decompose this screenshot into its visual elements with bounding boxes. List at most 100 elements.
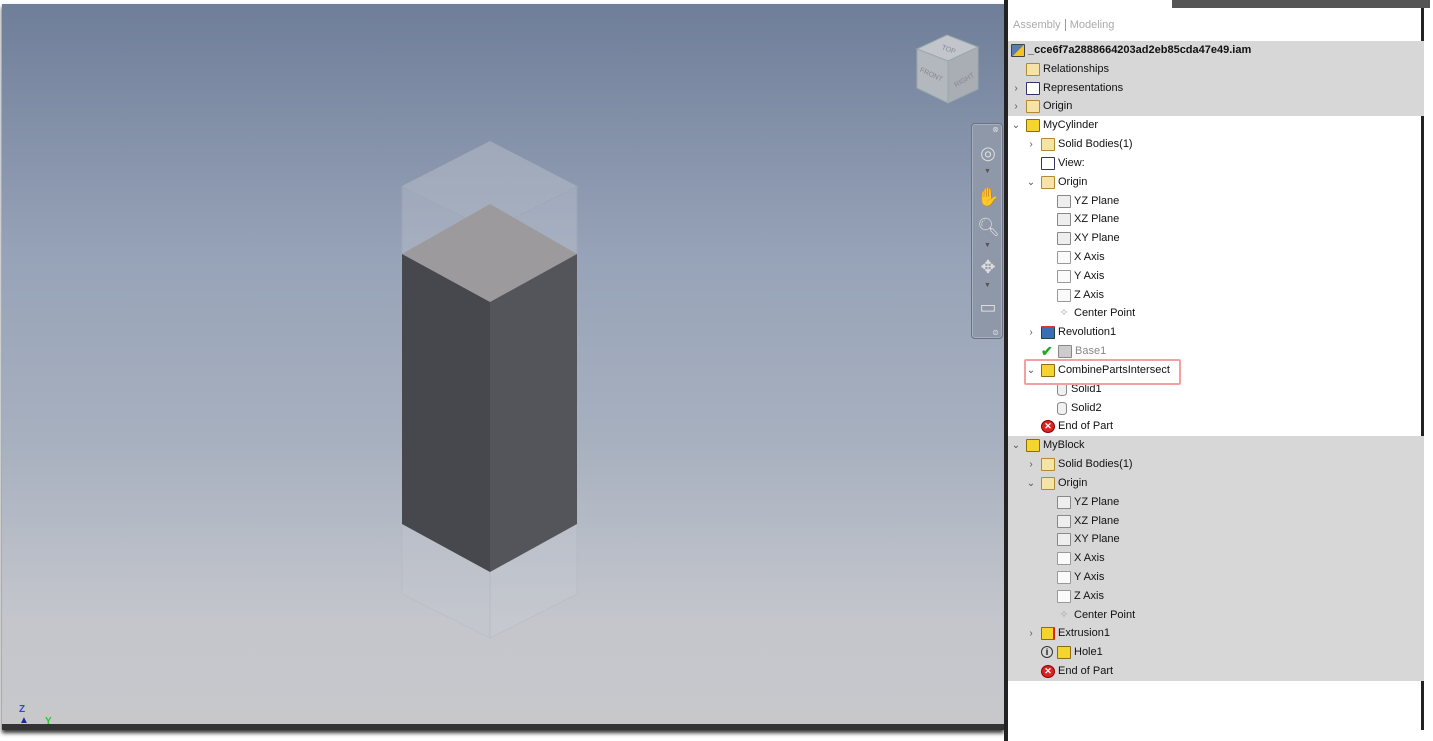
chevron-right-icon[interactable]: › — [1011, 97, 1021, 116]
tree-item[interactable]: ✧ Center Point — [1008, 605, 1424, 625]
tree-item-label: End of Part — [1058, 420, 1114, 433]
folder-icon — [1041, 175, 1055, 189]
tree-item[interactable]: XY Plane — [1008, 229, 1424, 248]
tree-item-label: Y Axis — [1074, 570, 1105, 583]
tree-item[interactable]: ⌄ Origin — [1008, 473, 1424, 493]
plane-icon — [1057, 232, 1071, 246]
tree-item[interactable]: › Origin — [1008, 97, 1424, 117]
tree-item-label: YZ Plane — [1074, 194, 1120, 207]
chevron-down-icon[interactable]: ▼ — [984, 242, 991, 249]
info-icon: i — [1041, 646, 1053, 659]
tree-item-label: XZ Plane — [1074, 514, 1120, 527]
plane-icon — [1057, 213, 1071, 227]
folder-icon — [1041, 138, 1055, 152]
chevron-right-icon[interactable]: › — [1026, 135, 1036, 154]
plane-icon — [1057, 495, 1071, 509]
close-icon[interactable]: ⊗ — [992, 125, 999, 134]
plane-icon — [1057, 533, 1071, 547]
viewcube[interactable]: TOP FRONT RIGHT — [912, 33, 982, 105]
look-at-icon[interactable]: ▭ — [977, 296, 999, 318]
tree-item[interactable]: XZ Plane — [1008, 210, 1424, 229]
solid-icon — [1057, 401, 1067, 415]
chevron-right-icon[interactable]: › — [1011, 79, 1021, 98]
tree-item[interactable]: ⌄ MyBlock — [1008, 436, 1424, 456]
tree-item-label: Origin — [1058, 175, 1088, 188]
axis-icon — [1057, 570, 1071, 584]
tree-item[interactable]: i Hole1 — [1008, 643, 1424, 663]
chevron-right-icon[interactable]: › — [1026, 624, 1036, 643]
tree-item[interactable]: ✧ Center Point — [1008, 304, 1424, 323]
tree-item[interactable]: ⌄ MyCylinder — [1008, 116, 1424, 135]
tree-item-label: Revolution1 — [1058, 326, 1117, 339]
tree-item[interactable]: Y Axis — [1008, 567, 1424, 587]
chevron-right-icon[interactable]: › — [1026, 455, 1036, 474]
orbit-icon[interactable]: ✥ — [977, 256, 999, 278]
plane-icon — [1057, 514, 1071, 528]
chevron-down-icon[interactable]: ▼ — [984, 168, 991, 175]
tree-item[interactable]: XZ Plane — [1008, 511, 1424, 531]
tree-item-label: MyCylinder — [1043, 119, 1099, 132]
tree-item[interactable]: Z Axis — [1008, 286, 1424, 305]
tree-item[interactable]: YZ Plane — [1008, 492, 1424, 512]
tree-item[interactable]: View: — [1008, 154, 1424, 173]
tree-item[interactable]: ⌄ Origin — [1008, 173, 1424, 192]
tree-item[interactable]: › Solid Bodies(1) — [1008, 455, 1424, 475]
tree-item[interactable]: › Extrusion1 — [1008, 624, 1424, 644]
tree-item-label: XY Plane — [1074, 533, 1120, 546]
chevron-down-icon[interactable]: ⌄ — [1026, 173, 1036, 192]
window-frame-top — [1172, 0, 1430, 8]
tree-item[interactable]: › Representations — [1008, 78, 1424, 98]
view-icon — [1041, 156, 1055, 170]
tree-item[interactable]: Y Axis — [1008, 267, 1424, 286]
tree-item[interactable]: ✕ End of Part — [1008, 417, 1424, 436]
tree-item[interactable]: X Axis — [1008, 248, 1424, 267]
tree-item-label: Origin — [1043, 100, 1073, 113]
tree-item-label: End of Part — [1058, 665, 1114, 678]
axis-icon — [1057, 269, 1071, 283]
zoom-icon[interactable]: 🔍︎ — [977, 216, 1000, 238]
tree-item[interactable]: Relationships — [1008, 59, 1424, 79]
graphics-viewport[interactable]: Z ▲ Y — [2, 4, 1004, 730]
tree-item-label: MyBlock — [1043, 439, 1085, 452]
tree-item[interactable]: XY Plane — [1008, 530, 1424, 550]
base-icon — [1058, 345, 1072, 359]
tree-item-label: Solid Bodies(1) — [1058, 138, 1133, 151]
options-icon[interactable]: ⊜ — [992, 328, 999, 337]
part-icon — [1026, 439, 1040, 453]
y-axis-label: Y — [45, 716, 52, 727]
chevron-down-icon[interactable]: ⌄ — [1026, 474, 1036, 493]
part-icon — [1057, 646, 1071, 660]
tree-item[interactable]: _cce6f7a2888664203ad2eb85cda47e49.iam — [1008, 41, 1424, 60]
asm-icon — [1011, 44, 1025, 57]
tree-item-label: Hole1 — [1074, 646, 1103, 659]
tab-assembly[interactable]: Assembly — [1013, 19, 1061, 31]
tree-item[interactable]: › Revolution1 — [1008, 323, 1424, 342]
steering-wheel-icon[interactable]: ◎ — [977, 142, 999, 164]
tree-item-label: YZ Plane — [1074, 495, 1120, 508]
tree-item-label: Origin — [1058, 476, 1088, 489]
rev-icon — [1041, 326, 1055, 340]
tree-item-label: Solid Bodies(1) — [1058, 458, 1133, 471]
tree-item[interactable]: Z Axis — [1008, 586, 1424, 606]
tree-item[interactable]: ✕ End of Part — [1008, 662, 1424, 682]
chevron-down-icon[interactable]: ▼ — [984, 282, 991, 289]
folder-icon — [1041, 476, 1055, 490]
extr-icon — [1041, 627, 1055, 641]
tab-modeling[interactable]: Modeling — [1070, 19, 1115, 31]
tree-item[interactable]: Solid2 — [1008, 399, 1424, 418]
chevron-down-icon[interactable]: ⌄ — [1011, 116, 1021, 135]
part-icon — [1026, 119, 1040, 133]
chevron-down-icon[interactable]: ⌄ — [1011, 436, 1021, 455]
end-icon: ✕ — [1041, 665, 1055, 679]
axis-icon — [1057, 288, 1071, 302]
tree-item[interactable]: YZ Plane — [1008, 192, 1424, 211]
chevron-right-icon[interactable]: › — [1026, 323, 1036, 342]
tab-separator — [1064, 19, 1066, 32]
tree-item[interactable]: X Axis — [1008, 549, 1424, 569]
pan-icon[interactable]: ✋ — [977, 186, 999, 208]
plane-icon — [1057, 194, 1071, 208]
tree-item-label: _cce6f7a2888664203ad2eb85cda47e49.iam — [1028, 44, 1252, 56]
tree-item[interactable]: › Solid Bodies(1) — [1008, 135, 1424, 154]
tree-item-label: View: — [1058, 156, 1085, 169]
solid-left-face — [402, 254, 490, 572]
